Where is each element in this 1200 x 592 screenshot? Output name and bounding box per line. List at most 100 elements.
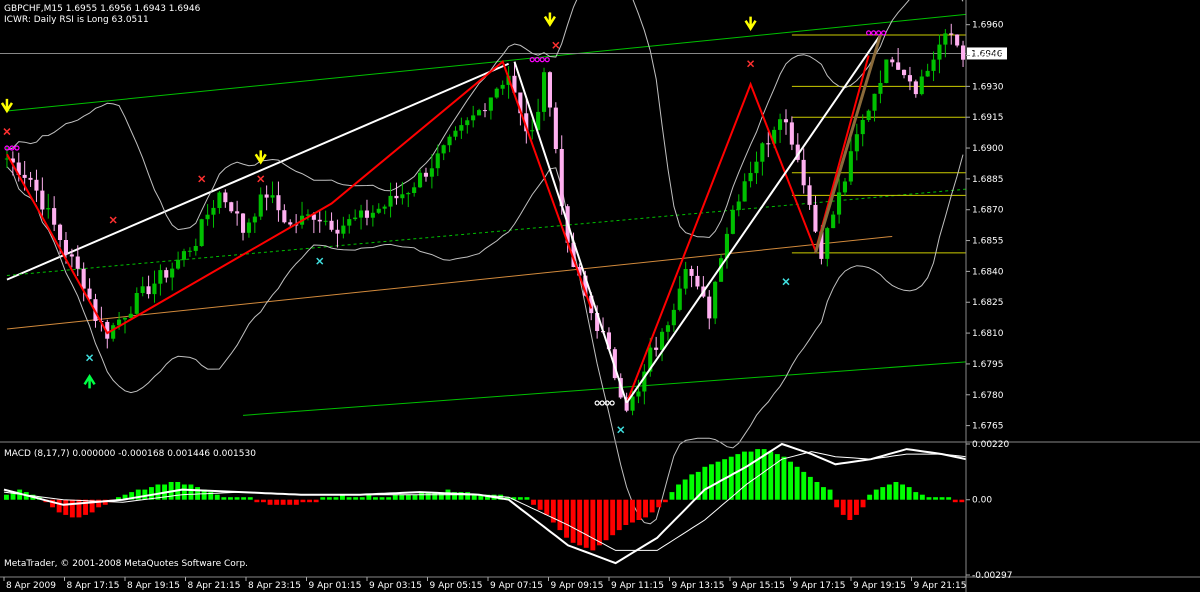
candle-body — [223, 192, 228, 203]
candle-body — [671, 309, 676, 326]
candle-body — [665, 325, 670, 332]
macd-histogram-bar — [873, 489, 879, 500]
candle-body — [376, 208, 381, 213]
candle-body — [913, 81, 918, 95]
macd-histogram-bar — [597, 499, 602, 546]
candle-body — [553, 107, 558, 149]
candle-body — [164, 270, 169, 278]
indicator-line: ICWR: Daily RSI is Long 63.0511 — [4, 15, 149, 25]
candle-body — [69, 254, 74, 257]
candle-body — [919, 76, 924, 95]
macd-histogram-bar — [221, 497, 227, 500]
macd-histogram-bar — [326, 497, 332, 500]
candle-body — [146, 286, 151, 295]
candle-body — [382, 206, 387, 209]
macd-histogram-bar — [801, 471, 807, 500]
candle-body — [907, 75, 912, 82]
y-tick-label: 1.6855 — [972, 237, 1004, 247]
candle-body — [58, 224, 63, 240]
macd-histogram-bar — [959, 499, 965, 503]
macd-histogram-bar — [247, 497, 253, 500]
macd-histogram-bar — [814, 482, 820, 500]
macd-histogram-bar — [616, 499, 622, 531]
macd-histogram-bar — [399, 494, 405, 500]
macd-histogram-bar — [603, 499, 609, 541]
macd-histogram-bar — [570, 499, 576, 543]
x-tick-label: 9 Apr 07:15 — [490, 581, 543, 591]
macd-histogram-bar — [867, 494, 873, 500]
candle-body — [801, 159, 806, 186]
candle-body — [730, 209, 735, 234]
candle-body — [500, 84, 505, 89]
macd-histogram-bar — [517, 497, 523, 500]
macd-histogram-bar — [847, 499, 853, 520]
candle-body — [282, 210, 287, 223]
candle-body — [370, 212, 375, 218]
macd-histogram-bar — [412, 494, 418, 500]
macd-histogram-bar — [307, 499, 312, 503]
candle-body — [52, 208, 57, 225]
x-tick-label: 9 Apr 01:15 — [309, 581, 362, 591]
candle-body — [170, 268, 175, 278]
macd-histogram-bar — [188, 484, 194, 500]
candle-body — [152, 283, 157, 295]
candle-body — [713, 281, 718, 319]
symbol-line: GBPCHF,M15 1.6955 1.6956 1.6943 1.6946 — [4, 4, 201, 14]
macd-histogram-bar — [274, 499, 280, 505]
macd-histogram-bar — [827, 489, 833, 500]
candle-body — [418, 172, 423, 188]
macd-histogram-bar — [728, 456, 734, 500]
macd-histogram-bar — [821, 487, 826, 500]
macd-histogram-bar — [333, 497, 339, 500]
macd-histogram-bar — [900, 484, 905, 500]
macd-histogram-bar — [56, 499, 62, 513]
macd-histogram-bar — [392, 494, 398, 500]
macd-histogram-bar — [702, 466, 708, 500]
macd-histogram-bar — [234, 497, 240, 500]
y-tick-label: 1.6885 — [972, 175, 1004, 185]
x-tick-label: 8 Apr 17:15 — [67, 581, 120, 591]
macd-histogram-bar — [768, 451, 774, 500]
candle-body — [902, 69, 907, 76]
x-tick-label: 8 Apr 2009 — [6, 581, 56, 591]
candle-body — [447, 136, 452, 146]
macd-histogram-bar — [280, 499, 286, 505]
candle-body — [359, 210, 364, 218]
macd-histogram-bar — [682, 479, 688, 500]
macd-histogram-bar — [860, 499, 866, 508]
candle-body — [205, 214, 210, 220]
candle-body — [276, 195, 281, 211]
macd-histogram-bar — [794, 466, 800, 500]
macd-histogram-bar — [854, 499, 859, 515]
candle-body — [353, 217, 358, 220]
candle-body — [235, 211, 240, 214]
candle-body — [63, 240, 68, 255]
candle-body — [400, 194, 405, 199]
macd-histogram-bar — [906, 487, 912, 500]
candle-body — [783, 119, 788, 123]
macd-histogram-bar — [181, 484, 187, 500]
candle-body — [630, 396, 635, 411]
macd-histogram-bar — [287, 499, 293, 505]
candle-body — [689, 269, 694, 276]
macd-histogram-bar — [353, 497, 359, 500]
candle-body — [34, 179, 39, 191]
candle-body — [111, 325, 116, 339]
candle-body — [547, 72, 552, 108]
candle-body — [837, 192, 842, 215]
y-tick-label: 1.6900 — [972, 144, 1004, 154]
candle-body — [477, 110, 482, 116]
y-tick-label: 1.6825 — [972, 298, 1004, 308]
macd-histogram-bar — [662, 499, 668, 503]
x-tick-label: 8 Apr 23:15 — [248, 581, 301, 591]
macd-histogram-bar — [742, 451, 747, 500]
candle-body — [128, 313, 133, 318]
candle-body — [488, 97, 493, 111]
candle-body — [264, 194, 269, 198]
candle-body — [364, 210, 369, 218]
macd-histogram-bar — [373, 497, 378, 500]
candle-body — [884, 59, 889, 83]
candle-body — [140, 286, 145, 293]
candle-body — [654, 347, 659, 350]
y-tick-label: 1.6840 — [972, 267, 1004, 277]
